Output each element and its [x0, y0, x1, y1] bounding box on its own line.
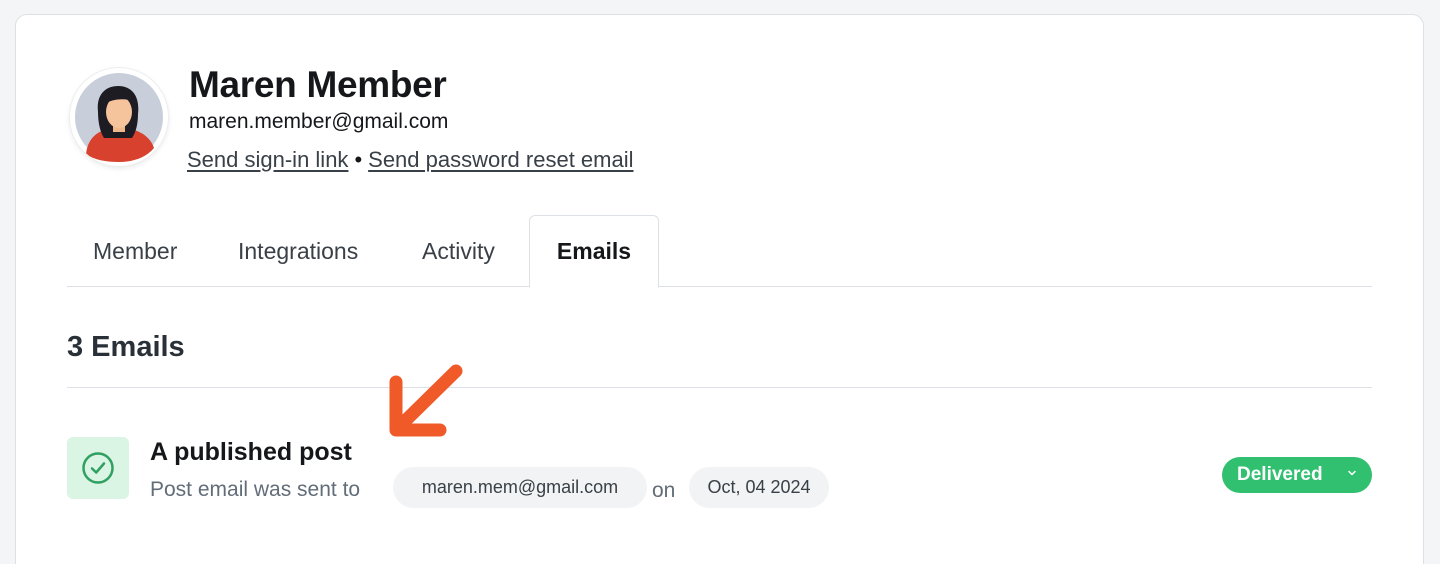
delivery-status-label: Delivered — [1237, 464, 1323, 485]
member-email: maren.member@gmail.com — [189, 110, 449, 133]
tab-activity[interactable]: Activity — [422, 215, 495, 287]
link-separator: • — [354, 147, 363, 172]
tab-member[interactable]: Member — [93, 215, 177, 287]
delivery-status-dropdown[interactable]: Delivered — [1222, 457, 1372, 493]
email-status-badge — [67, 437, 129, 499]
annotation-arrow-icon — [389, 364, 463, 437]
emails-count-heading: 3 Emails — [67, 331, 185, 363]
section-divider — [67, 387, 1372, 388]
member-name: Maren Member — [189, 64, 447, 105]
email-title: A published post — [150, 438, 352, 466]
email-description: Post email was sent to — [150, 478, 361, 501]
recipient-pill: maren.mem@gmail.com — [393, 467, 647, 508]
person-avatar-icon — [70, 68, 168, 166]
date-pill: Oct, 04 2024 — [689, 467, 829, 508]
on-label: on — [652, 479, 676, 502]
chevron-down-icon — [1348, 470, 1356, 476]
check-circle-icon — [82, 452, 114, 484]
tab-integrations[interactable]: Integrations — [238, 215, 358, 287]
avatar — [70, 68, 168, 166]
send-password-reset-link[interactable]: Send password reset email — [368, 147, 633, 172]
send-sign-in-link[interactable]: Send sign-in link — [187, 147, 348, 172]
tab-emails[interactable]: Emails — [529, 215, 659, 288]
member-actions: Send sign-in link • Send password reset em… — [187, 147, 634, 173]
